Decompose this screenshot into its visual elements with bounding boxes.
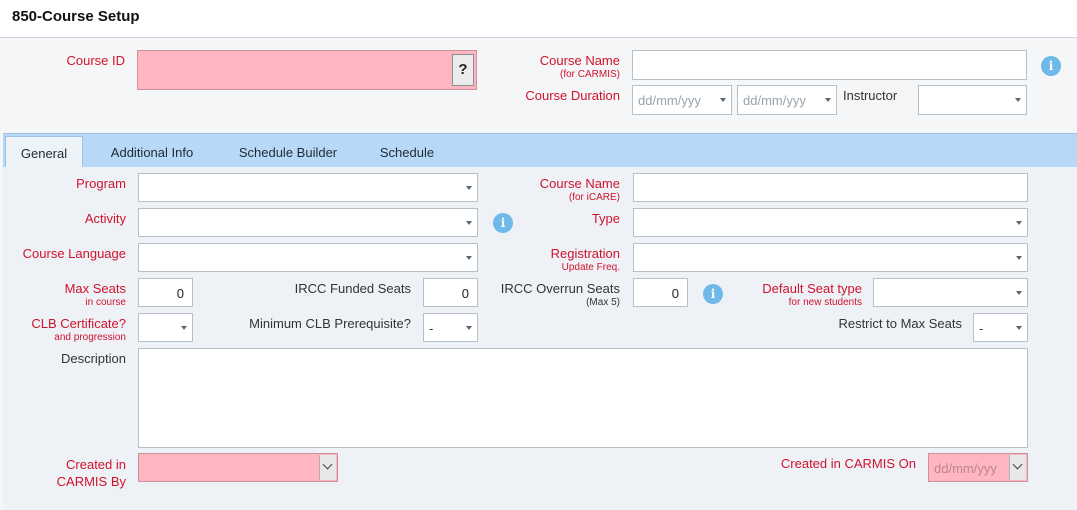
chevron-down-icon	[1009, 455, 1026, 480]
course-end-date-picker[interactable]: dd/mm/yyy	[737, 85, 837, 115]
activity-dropdown[interactable]	[138, 208, 478, 237]
max-seats-input[interactable]: 0	[138, 278, 193, 307]
tab-additional-info[interactable]: Additional Info	[96, 139, 208, 168]
restrict-max-seats-dropdown[interactable]: -	[973, 313, 1028, 342]
chevron-down-icon	[1016, 256, 1022, 260]
chevron-down-icon	[319, 455, 336, 480]
created-on-date-picker[interactable]: dd/mm/yyy	[928, 453, 1028, 482]
course-id-label: Course ID	[66, 53, 125, 68]
clb-certificate-label: CLB Certificate? and progression	[31, 316, 126, 343]
ircc-overrun-seats-label: IRCC Overrun Seats (Max 5)	[500, 281, 620, 308]
description-label: Description	[60, 351, 126, 366]
chevron-down-icon	[1015, 98, 1021, 102]
course-name-icare-label: Course Name (for iCARE)	[539, 176, 620, 203]
tab-general[interactable]: General	[5, 136, 83, 169]
min-clb-prereq-label: Minimum CLB Prerequisite?	[249, 316, 411, 331]
created-by-dropdown[interactable]	[138, 453, 338, 482]
instructor-label: Instructor	[843, 88, 898, 103]
default-seat-type-dropdown[interactable]	[873, 278, 1028, 307]
instructor-dropdown[interactable]	[918, 85, 1027, 115]
registration-dropdown[interactable]	[633, 243, 1028, 272]
clb-certificate-dropdown[interactable]	[138, 313, 193, 342]
chevron-down-icon	[466, 186, 472, 190]
min-clb-prereq-dropdown[interactable]: -	[423, 313, 478, 342]
course-name-info-icon[interactable]: i	[1041, 56, 1061, 76]
course-name-carmis-input[interactable]	[632, 50, 1027, 80]
chevron-down-icon	[1016, 291, 1022, 295]
course-duration-label: Course Duration	[525, 88, 620, 103]
registration-label: Registration Update Freq.	[550, 246, 620, 273]
created-on-label: Created in CARMIS On	[780, 456, 916, 471]
restrict-max-seats-label: Restrict to Max Seats	[838, 316, 962, 331]
chevron-down-icon	[1016, 326, 1022, 330]
ircc-overrun-seats-input[interactable]: 0	[633, 278, 688, 307]
chevron-down-icon	[1016, 221, 1022, 225]
course-language-label: Course Language	[22, 246, 126, 261]
chevron-down-icon	[466, 256, 472, 260]
ircc-funded-seats-input[interactable]: 0	[423, 278, 478, 307]
course-id-help-button[interactable]: ?	[452, 54, 474, 86]
overrun-seats-info-icon[interactable]: i	[703, 284, 723, 304]
program-dropdown[interactable]	[138, 173, 478, 202]
ircc-funded-seats-label: IRCC Funded Seats	[294, 281, 411, 296]
chevron-down-icon	[466, 326, 472, 330]
type-dropdown[interactable]	[633, 208, 1028, 237]
tab-schedule-builder[interactable]: Schedule Builder	[228, 139, 348, 168]
course-name-carmis-label: Course Name (for CARMIS)	[539, 53, 620, 80]
description-textarea[interactable]	[138, 348, 1028, 448]
tab-bar: General Additional Info Schedule Builder…	[3, 133, 1077, 169]
created-by-label: Created in CARMIS By	[56, 457, 126, 489]
type-label: Type	[591, 211, 620, 226]
chevron-down-icon	[181, 326, 187, 330]
program-label: Program	[76, 176, 126, 191]
window-title: 850-Course Setup	[12, 8, 140, 25]
chevron-down-icon	[466, 221, 472, 225]
course-language-dropdown[interactable]	[138, 243, 478, 272]
course-start-date-picker[interactable]: dd/mm/yyy	[632, 85, 732, 115]
title-bar: 850-Course Setup	[0, 0, 1077, 38]
activity-label: Activity	[84, 211, 126, 226]
course-name-icare-input[interactable]	[633, 173, 1028, 202]
tab-schedule[interactable]: Schedule	[368, 139, 446, 168]
chevron-down-icon	[825, 98, 831, 102]
default-seat-type-label: Default Seat type for new students	[762, 281, 862, 308]
chevron-down-icon	[720, 98, 726, 102]
course-id-input[interactable]: ?	[137, 50, 477, 90]
max-seats-label: Max Seats in course	[64, 281, 126, 308]
